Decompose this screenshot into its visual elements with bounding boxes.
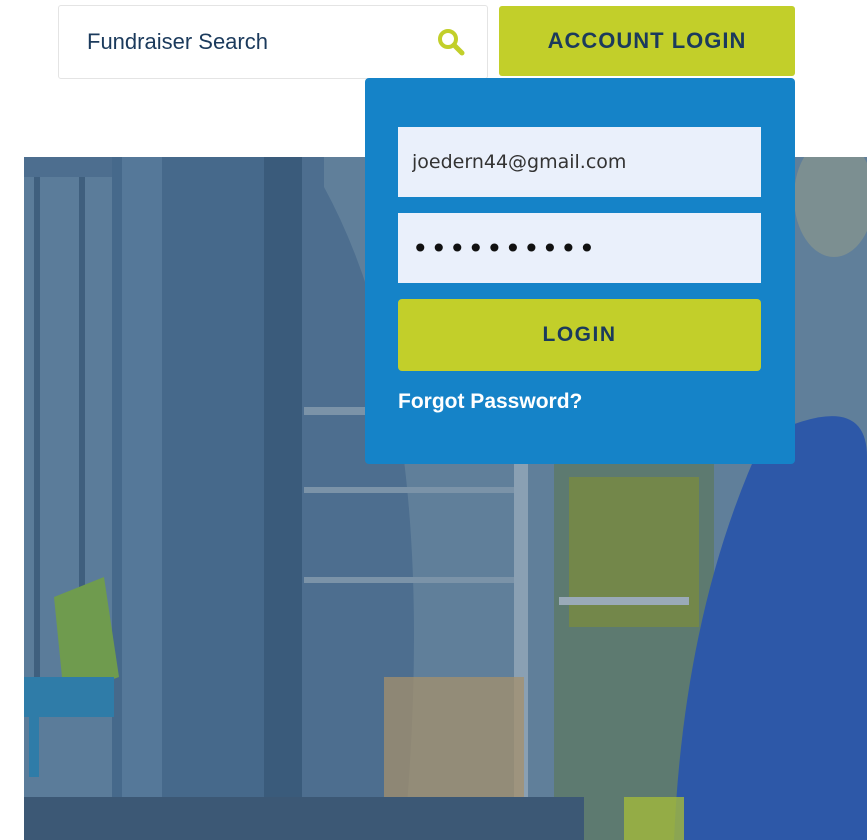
email-field[interactable]: [398, 127, 761, 197]
forgot-password-link[interactable]: Forgot Password?: [398, 390, 582, 414]
password-field[interactable]: [398, 213, 761, 283]
login-panel: LOGIN Forgot Password?: [365, 78, 795, 464]
fundraiser-search-input[interactable]: [59, 6, 399, 78]
account-login-button[interactable]: ACCOUNT LOGIN: [499, 6, 795, 76]
login-button[interactable]: LOGIN: [398, 299, 761, 371]
search-icon[interactable]: [436, 27, 466, 57]
fundraiser-search-box[interactable]: [58, 5, 488, 79]
